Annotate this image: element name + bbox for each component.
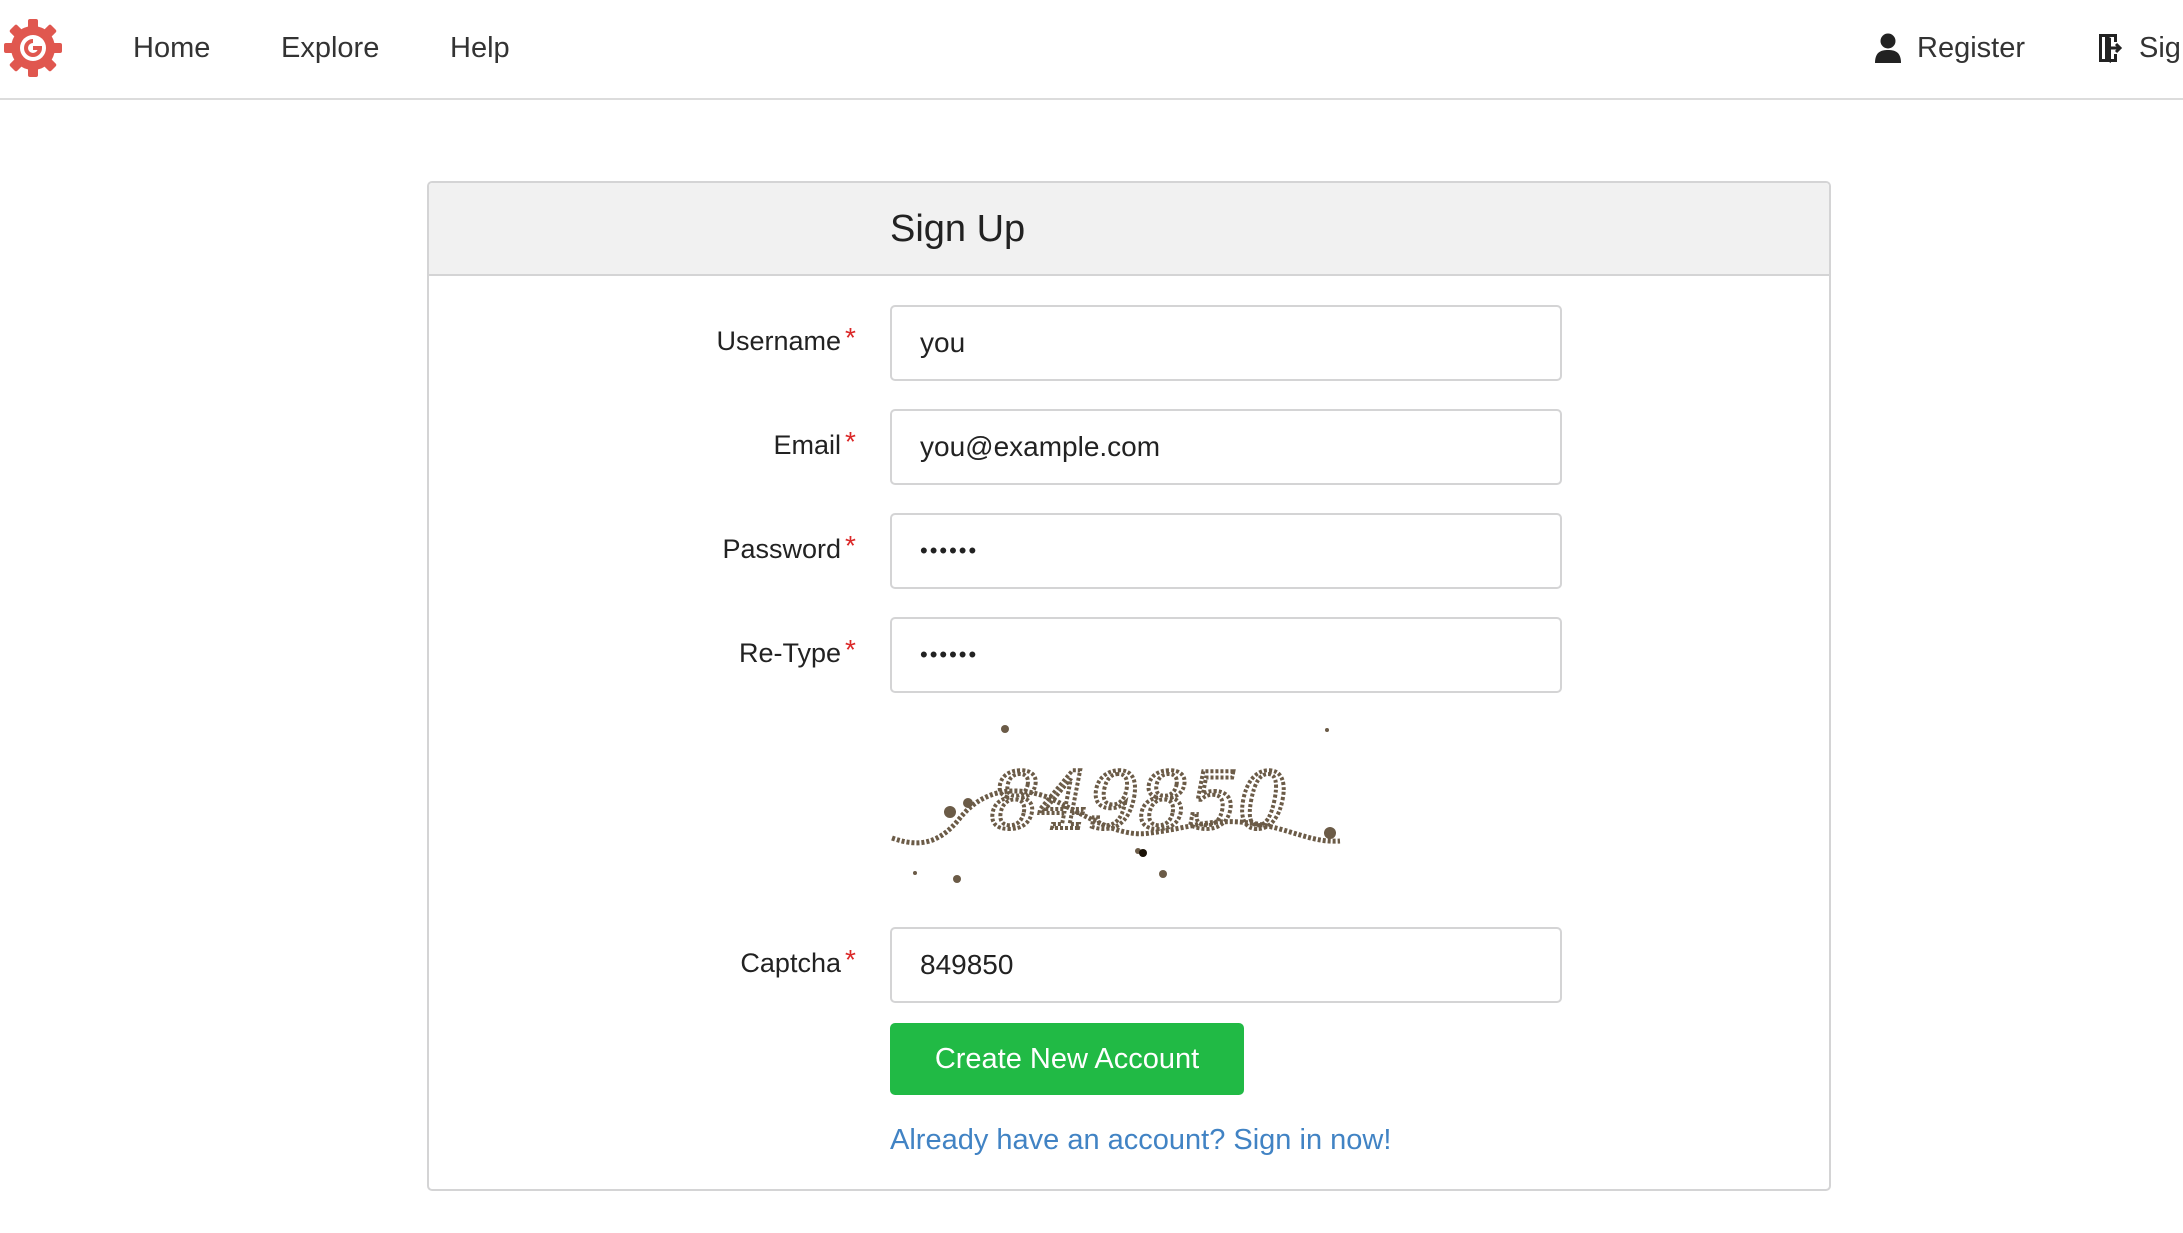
captcha-required-marker: * <box>845 944 856 975</box>
top-navbar: Home Explore Help Register Sig <box>0 0 2183 100</box>
gear-logo-icon[interactable] <box>2 17 64 79</box>
sign-in-icon <box>2099 34 2123 63</box>
retype-password-field[interactable]: •••••• <box>890 617 1562 693</box>
captcha-image: 849850 <box>891 725 1341 883</box>
sign-in-label: Sig <box>2139 31 2181 64</box>
nav-explore-link[interactable]: Explore <box>281 28 379 68</box>
user-icon <box>1875 33 1901 63</box>
password-masked-value: •••••• <box>920 538 979 563</box>
captcha-label: Captcha <box>740 948 841 978</box>
email-label: Email <box>773 430 841 460</box>
register-label: Register <box>1917 31 2025 64</box>
nav-home-link[interactable]: Home <box>133 28 210 68</box>
password-label: Password <box>722 534 841 564</box>
signin-now-link[interactable]: Already have an account? Sign in now! <box>890 1121 1391 1159</box>
username-required-marker: * <box>845 322 856 353</box>
nav-help-link[interactable]: Help <box>450 28 510 68</box>
password-required-marker: * <box>845 530 856 561</box>
page-title: Sign Up <box>890 208 1026 250</box>
retype-masked-value: •••••• <box>920 642 979 667</box>
email-required-marker: * <box>845 426 856 457</box>
retype-required-marker: * <box>845 634 856 665</box>
register-link[interactable]: Register <box>1875 28 2025 68</box>
signup-panel-header: Sign Up <box>429 183 1829 276</box>
username-label: Username <box>716 326 841 356</box>
username-field[interactable] <box>890 305 1562 381</box>
retype-label: Re-Type <box>738 638 841 668</box>
email-field[interactable] <box>890 409 1562 485</box>
create-account-button[interactable]: Create New Account <box>890 1023 1244 1095</box>
sign-in-link[interactable]: Sig <box>2097 28 2181 68</box>
captcha-image-text: 849850 <box>990 757 1288 847</box>
signup-panel: Sign Up Username * Email * Password * ••… <box>427 181 1831 1191</box>
password-field[interactable]: •••••• <box>890 513 1562 589</box>
captcha-field[interactable] <box>890 927 1562 1003</box>
